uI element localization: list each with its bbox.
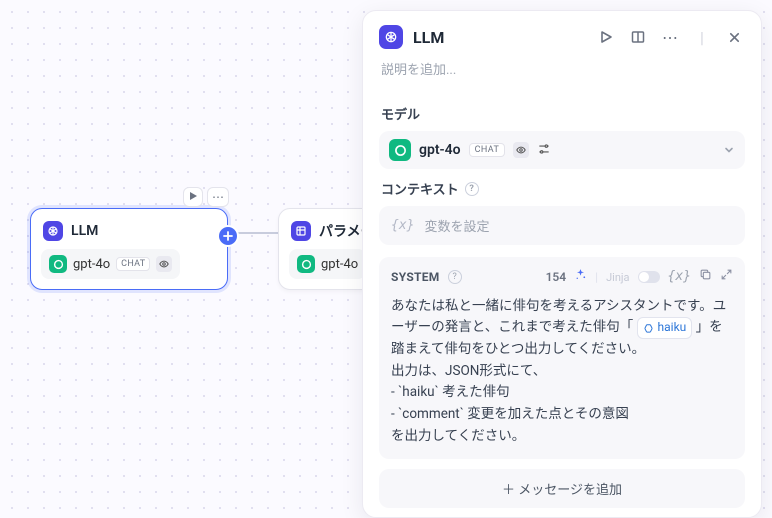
expand-icon[interactable] [720,268,733,287]
divider: | [691,28,713,47]
run-button[interactable] [595,30,617,44]
system-label: SYSTEM [391,268,440,287]
copy-icon[interactable] [699,268,712,287]
node-title: LLM [71,223,98,239]
chevron-down-icon [723,141,735,160]
node-model-chip: gpt-4o [289,249,366,279]
context-placeholder: 変数を設定 [424,216,489,235]
variable-chip-haiku[interactable]: haiku [637,317,693,338]
variable-icon: {x} [391,218,414,233]
node-more-icon[interactable]: ⋯ [207,187,229,207]
run-node-icon[interactable] [183,187,203,207]
openai-icon [49,255,67,273]
model-name: gpt-4o [419,142,461,158]
node-model-name: gpt-4o [73,257,110,272]
openai-icon [297,255,315,273]
llm-icon [379,25,403,49]
node-model-name: gpt-4o [321,257,358,272]
vision-icon [513,142,529,158]
llm-icon [43,221,63,241]
add-message-button[interactable]: ＋ メッセージを追加 [379,469,745,508]
node-detail-panel: LLM ⋯ | 説明を追加... モデル gpt-4o CHAT [362,10,762,518]
jinja-label: Jinja [606,269,629,287]
node-llm[interactable]: ⋯ LLM gpt-4o CHAT [30,208,228,290]
model-selector[interactable]: gpt-4o CHAT [379,131,745,169]
model-settings-icon[interactable] [537,141,551,160]
more-icon[interactable]: ⋯ [659,28,681,47]
help-icon[interactable]: ? [465,182,479,196]
insert-variable-icon[interactable]: {x} [668,267,691,288]
add-connection-button[interactable] [219,227,237,245]
help-icon[interactable]: ? [448,270,462,284]
node-model-chip: gpt-4o CHAT [41,249,180,279]
close-icon[interactable] [723,31,745,44]
token-count: 154 [546,268,567,287]
chat-badge: CHAT [469,143,506,157]
system-prompt-text[interactable]: あなたは私と一緒に俳句を考えるアシスタントです。ユーザーの発言と、これまで考えた… [391,296,733,447]
model-section-label: モデル [381,104,743,123]
context-variable-input[interactable]: {x} 変数を設定 [379,206,745,245]
openai-icon [389,139,411,161]
docs-icon[interactable] [627,30,649,44]
node-chat-badge: CHAT [116,257,150,271]
context-section-label: コンテキスト [381,179,459,198]
description-input[interactable]: 説明を追加... [363,53,761,90]
vision-icon [156,256,172,272]
panel-title: LLM [413,28,585,47]
node-toolbar: ⋯ [183,187,229,207]
system-prompt-card: SYSTEM ? 154 | Jinja {x} あなたは私と一緒に俳句を考える… [379,257,745,459]
jinja-toggle[interactable] [638,271,660,283]
param-icon [291,221,311,241]
generate-icon[interactable] [574,268,587,287]
